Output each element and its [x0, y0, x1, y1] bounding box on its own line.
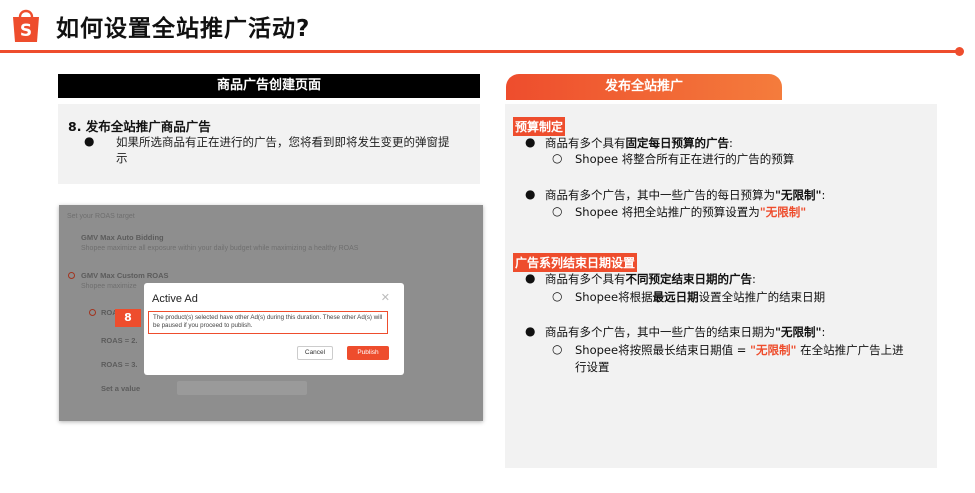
end-date-item-2-sub-cont: 行设置 [575, 360, 610, 374]
divider-end-dot [955, 47, 964, 56]
roas-option-b: ROAS = 2. [101, 336, 138, 345]
bullet-icon: ● [525, 271, 536, 285]
sub-bullet-icon: ○ [552, 342, 563, 356]
publish-rules-panel: 预算制定 ● 商品有多个具有固定每日预算的广告: ○ Shopee 将整合所有正… [505, 104, 937, 468]
modal-message: The product(s) selected have other Ad(s)… [148, 311, 388, 334]
page-title: 如何设置全站推广活动? [56, 16, 311, 42]
roas-option-c: ROAS = 3. [101, 360, 138, 369]
cancel-button[interactable]: Cancel [297, 346, 333, 360]
budget-item-2-sub: Shopee 将把全站推广的预算设置为"无限制" [575, 205, 807, 219]
roas-target-label: Set your ROAS target [67, 213, 135, 220]
gmv-custom-roas-desc: Shopee maximize [81, 283, 137, 290]
step-title: 8. 发布全站推广商品广告 [68, 119, 211, 134]
publish-promotion-header: 发布全站推广 [506, 74, 782, 100]
ui-screenshot: Set your ROAS target GMV Max Auto Biddin… [59, 205, 483, 421]
gmv-custom-roas-title: GMV Max Custom ROAS [81, 271, 169, 280]
sub-bullet-icon: ○ [552, 289, 563, 303]
bullet-icon: ● [525, 187, 536, 201]
bullet-icon: ● [525, 135, 536, 149]
step-badge: 8 [115, 309, 141, 327]
gmv-auto-bidding-title: GMV Max Auto Bidding [81, 233, 164, 242]
svg-text:S: S [20, 21, 32, 41]
budget-section-title: 预算制定 [513, 117, 566, 136]
end-date-item-2-sub: Shopee将按照最长结束日期值 = "无限制" 在全站推广广告上进 [575, 343, 904, 357]
budget-item-1: 商品有多个具有固定每日预算的广告: [545, 136, 733, 150]
sub-bullet-icon: ○ [552, 151, 563, 165]
publish-button[interactable]: Publish [347, 346, 389, 360]
bullet-icon: ● [84, 134, 95, 148]
close-icon[interactable]: ✕ [381, 291, 390, 304]
product-ad-creation-header: 商品广告创建页面 [58, 74, 480, 98]
active-ad-modal: Active Ad ✕ The product(s) selected have… [144, 283, 404, 375]
roas-value-input[interactable] [177, 381, 307, 395]
end-date-section-title: 广告系列结束日期设置 [513, 253, 638, 272]
end-date-item-1: 商品有多个具有不同预定结束日期的广告: [545, 272, 756, 286]
bullet-icon: ● [525, 324, 536, 338]
sub-bullet-icon: ○ [552, 204, 563, 218]
end-date-item-1-sub: Shopee将根据最远日期设置全站推广的结束日期 [575, 290, 826, 304]
budget-item-2: 商品有多个广告，其中一些广告的每日预算为"无限制": [545, 188, 826, 202]
budget-item-1-sub: Shopee 将整合所有正在进行的广告的预算 [575, 152, 795, 166]
shopee-logo-icon: S [13, 9, 39, 42]
step-description-box: 8. 发布全站推广商品广告 ● 如果所选商品有正在进行的广告，您将看到即将发生变… [58, 104, 480, 184]
radio-selected-icon[interactable] [68, 272, 75, 279]
radio-roas-icon[interactable] [89, 309, 96, 316]
step-text: 如果所选商品有正在进行的广告，您将看到即将发生变更的弹窗提示 [116, 135, 450, 165]
modal-title: Active Ad [152, 293, 198, 305]
gmv-auto-bidding-desc: Shopee maximize all exposure within your… [81, 245, 359, 252]
set-value-label: Set a value [101, 384, 141, 393]
title-divider [0, 50, 960, 53]
end-date-item-2: 商品有多个广告，其中一些广告的结束日期为"无限制": [545, 325, 826, 339]
